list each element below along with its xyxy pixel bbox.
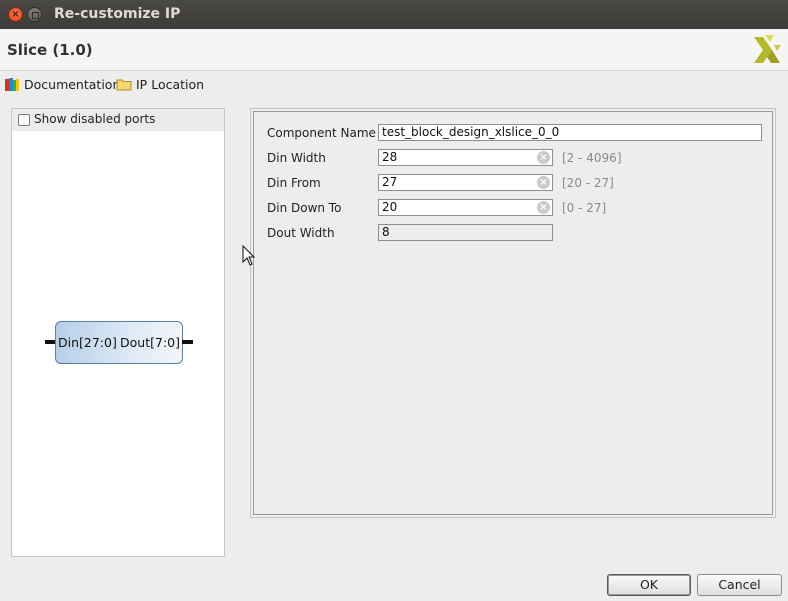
parameters-panel: Component Name test_block_design_xlslice… [250,108,776,518]
symbol-panel: Show disabled ports Din[27:0] Dout[7:0] [11,108,225,557]
dout-width-value: 8 [382,225,390,239]
documentation-link[interactable]: Documentation [4,76,120,92]
din-down-to-value: 20 [382,200,398,214]
component-name-input[interactable]: test_block_design_xlslice_0_0 [378,124,762,141]
din-width-range: [2 - 4096] [562,151,622,165]
din-from-range: [20 - 27] [562,176,614,190]
ip-location-link[interactable]: IP Location [116,76,204,92]
din-down-to-label: Din Down To [267,201,342,215]
clear-din-down-to-icon[interactable]: × [537,201,550,214]
dout-width-field: 8 [378,224,553,241]
din-down-to-range: [0 - 27] [562,201,607,215]
input-port-label: Din[27:0] [58,335,117,350]
mouse-cursor-icon [242,245,256,266]
din-from-value: 27 [382,175,398,189]
symbol-panel-header: Show disabled ports [12,109,224,131]
folder-icon [116,79,132,91]
clear-din-from-icon[interactable]: × [537,176,550,189]
cancel-button[interactable]: Cancel [697,574,782,596]
show-disabled-ports-label[interactable]: Show disabled ports [34,112,155,126]
xilinx-logo-icon [754,35,781,63]
parameters-form: Component Name test_block_design_xlslice… [253,111,773,515]
din-from-label: Din From [267,176,321,190]
window-titlebar: × Re-customize IP [0,0,788,29]
component-name-value: test_block_design_xlslice_0_0 [382,125,560,139]
toolbar: Documentation IP Location [0,72,788,98]
close-window-icon[interactable]: × [8,7,23,22]
ip-location-label: IP Location [136,76,205,92]
maximize-window-icon[interactable] [27,7,42,22]
books-icon [5,78,19,91]
component-name-label: Component Name [267,126,376,140]
ok-button[interactable]: OK [607,574,691,596]
dout-width-label: Dout Width [267,226,335,240]
window-title: Re-customize IP [54,6,181,22]
documentation-label: Documentation [24,76,121,92]
din-from-input[interactable]: 27 × [378,174,553,191]
din-width-value: 28 [382,150,398,164]
din-width-label: Din Width [267,151,326,165]
din-width-input[interactable]: 28 × [378,149,553,166]
ip-symbol-block: Din[27:0] Dout[7:0] [55,321,183,364]
output-pin [182,340,193,344]
ip-name-heading: Slice (1.0) [7,41,93,59]
show-disabled-ports-checkbox[interactable] [18,114,30,126]
output-port-label: Dout[7:0] [120,335,180,350]
dialog-header: Slice (1.0) [0,29,788,71]
din-down-to-input[interactable]: 20 × [378,199,553,216]
clear-din-width-icon[interactable]: × [537,151,550,164]
